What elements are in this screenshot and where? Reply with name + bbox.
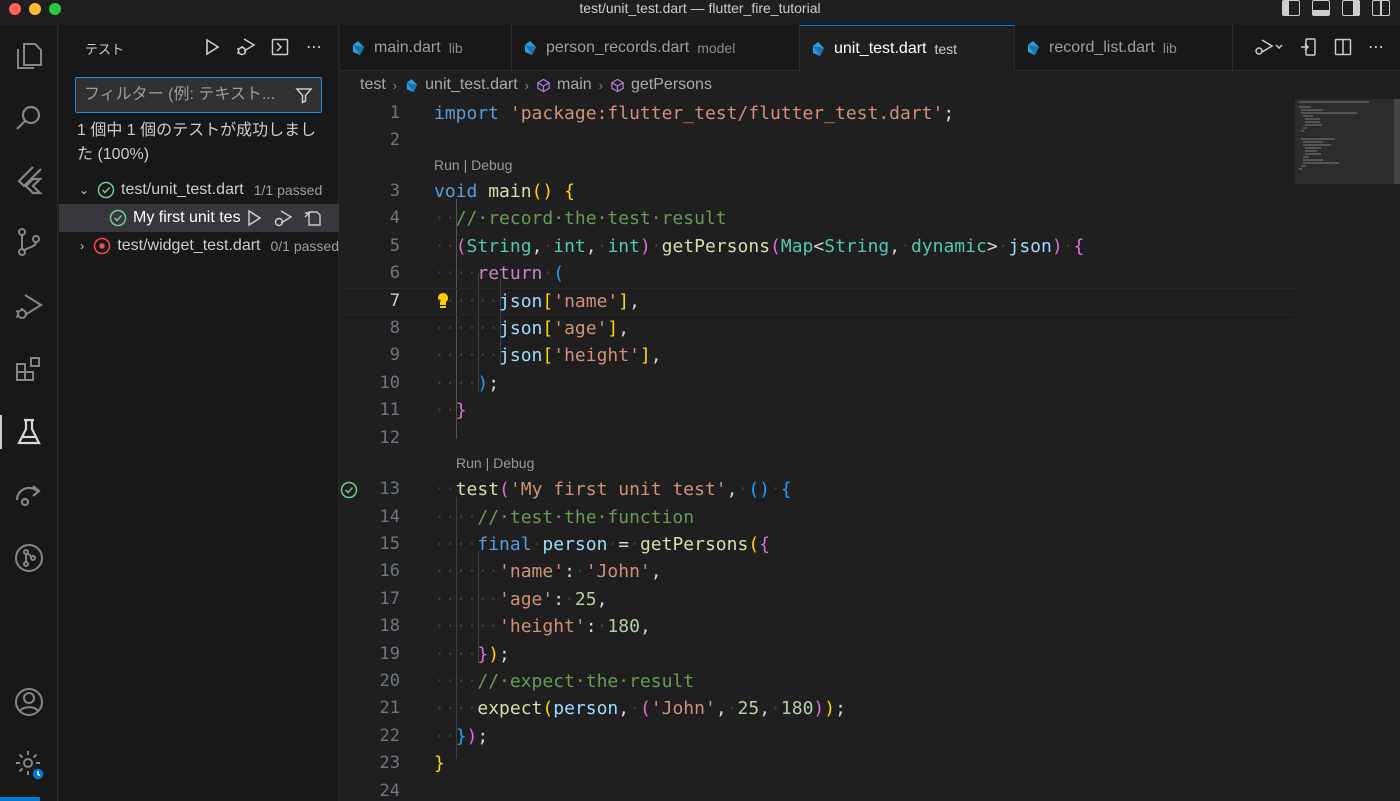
code-line: 5 ··(String,·int,·int)·getPersons(Map<St… <box>389 236 1085 257</box>
passed-icon <box>109 209 127 227</box>
code-line: 14 ····//·test·the·function <box>379 507 695 528</box>
code-line: 17 ······'age':·25, <box>379 589 608 610</box>
run-and-debug-icon[interactable] <box>12 289 46 323</box>
remote-icon[interactable] <box>12 477 46 511</box>
status-bar-remote-indicator[interactable] <box>0 797 40 801</box>
failed-icon <box>94 237 111 255</box>
test-file-desc: 1/1 passed <box>253 182 323 198</box>
testing-icon[interactable] <box>0 415 46 449</box>
test-case-row[interactable]: My first unit test <box>59 204 339 232</box>
testing-sidebar: テスト ⋯ 1 個中 1 個のテストが成功しました (100%) ⌄ test/… <box>59 25 339 801</box>
editor-tabs: main.dart lib person_records.dart model … <box>340 25 1400 71</box>
go-to-test-icon[interactable] <box>303 209 323 227</box>
code-line: 23 } <box>379 753 445 774</box>
code-line: 2 <box>389 130 400 150</box>
sidebar-title: テスト <box>85 42 125 57</box>
code-line: 6 ····return·( <box>389 263 565 284</box>
minimap[interactable] <box>1295 99 1400 801</box>
run-test-icon[interactable] <box>245 209 263 227</box>
method-icon <box>537 78 550 92</box>
run-debug-dropdown-icon[interactable] <box>1254 37 1284 57</box>
breadcrumb-file[interactable]: unit_test.dart <box>425 76 518 94</box>
tab-person-records-dart[interactable]: person_records.dart model <box>512 25 800 71</box>
code-line: 20 ····//·expect·the·result <box>379 671 695 692</box>
dart-file-icon <box>406 78 418 92</box>
more-actions-icon[interactable]: ⋯ <box>1368 37 1384 57</box>
code-line: 22 ··}); <box>379 726 489 747</box>
passed-icon <box>97 181 115 199</box>
test-file-row-unit[interactable]: ⌄ test/unit_test.dart 1/1 passed <box>59 176 339 204</box>
test-file-desc: 0/1 passed <box>270 238 340 254</box>
code-line: 18 ······'height':·180, <box>379 616 651 637</box>
more-actions-icon[interactable]: ⋯ <box>304 37 324 57</box>
title-bar: test/unit_test.dart — flutter_fire_tutor… <box>0 0 1400 25</box>
customize-layout-icon[interactable] <box>1372 0 1390 16</box>
chevron-down-icon[interactable]: ⌄ <box>77 183 91 197</box>
breadcrumb-folder[interactable]: test <box>360 76 386 94</box>
code-line: 8 ······json['age'], <box>389 318 630 339</box>
toggle-panel-icon[interactable] <box>1312 0 1330 16</box>
flutter-icon[interactable] <box>12 163 46 197</box>
code-line: 4 ··//·record·the·test·result <box>389 208 727 229</box>
test-file-label: test/widget_test.dart <box>117 237 261 254</box>
show-output-icon[interactable] <box>270 37 290 57</box>
filter-input[interactable] <box>84 78 284 112</box>
dart-file-icon <box>353 41 364 55</box>
activity-bar <box>0 25 58 801</box>
dart-file-icon <box>525 41 536 55</box>
code-line: 13 ··test('My first unit test',·()·{ <box>340 476 1295 503</box>
codelens-run-debug-test[interactable]: Run | Debug <box>456 455 534 471</box>
code-editor[interactable]: 1 import 'package:flutter_test/flutter_t… <box>340 99 1400 801</box>
code-line: 15 ····final·person·=·getPersons({ <box>379 534 771 555</box>
code-line: 1 import 'package:flutter_test/flutter_t… <box>389 103 955 124</box>
test-file-row-widget[interactable]: › test/widget_test.dart 0/1 passed <box>59 232 339 260</box>
chevron-right-icon: › <box>524 77 529 93</box>
tab-record-list-dart[interactable]: record_list.dart lib <box>1015 25 1233 71</box>
code-line: 10 ····); <box>379 373 500 394</box>
code-line: 16 ······'name':·'John', <box>379 561 662 582</box>
code-line: 19 ····}); <box>379 644 510 665</box>
filter-funnel-icon[interactable] <box>295 86 313 104</box>
device-icon[interactable] <box>1300 37 1318 57</box>
code-line: 21 ····expect(person,·('John',·25,·180))… <box>379 698 846 719</box>
chevron-right-icon[interactable]: › <box>77 239 87 253</box>
search-icon[interactable] <box>12 101 46 135</box>
run-tests-icon[interactable] <box>202 37 222 57</box>
breadcrumb-symbol-main[interactable]: main <box>557 76 592 94</box>
dart-file-icon <box>1028 41 1039 55</box>
test-filter <box>75 77 322 113</box>
split-editor-icon[interactable] <box>1334 38 1352 56</box>
manage-gear-icon[interactable] <box>12 747 46 781</box>
dart-file-icon <box>813 41 824 56</box>
tab-main-dart[interactable]: main.dart lib <box>340 25 512 71</box>
breadcrumb: test › unit_test.dart › main › getPerson… <box>340 71 1400 99</box>
code-line: 7 ······json['name'], <box>389 291 640 312</box>
account-icon[interactable] <box>12 685 46 719</box>
code-line: 11 ··} <box>379 400 467 421</box>
codelens-run-debug-main[interactable]: Run | Debug <box>434 157 512 173</box>
vertical-scrollbar[interactable] <box>1394 99 1400 184</box>
toggle-secondary-sidebar-icon[interactable] <box>1342 0 1360 16</box>
test-file-label: test/unit_test.dart <box>121 181 244 198</box>
git-graph-icon[interactable] <box>12 541 46 575</box>
debug-test-icon[interactable] <box>273 209 293 227</box>
chevron-right-icon: › <box>598 77 604 93</box>
window-title: test/unit_test.dart — flutter_fire_tutor… <box>579 0 821 16</box>
toggle-primary-sidebar-icon[interactable] <box>1282 0 1300 16</box>
test-case-label: My first unit test <box>133 209 246 226</box>
breadcrumb-symbol-getpersons[interactable]: getPersons <box>631 76 712 94</box>
source-control-icon[interactable] <box>12 225 46 259</box>
explorer-icon[interactable] <box>12 39 46 73</box>
debug-tests-icon[interactable] <box>236 37 256 57</box>
test-summary: 1 個中 1 個のテストが成功しました (100%) <box>77 122 317 163</box>
code-line: 12 <box>379 428 400 448</box>
code-line: 9 ······json['height'], <box>389 345 662 366</box>
extensions-icon[interactable] <box>12 353 46 387</box>
code-line: 24 <box>379 781 400 801</box>
method-icon <box>611 78 624 92</box>
code-line: 3 void main() { <box>389 181 575 202</box>
tab-unit-test-dart[interactable]: unit_test.dart test <box>800 25 1015 71</box>
chevron-right-icon: › <box>392 77 398 93</box>
